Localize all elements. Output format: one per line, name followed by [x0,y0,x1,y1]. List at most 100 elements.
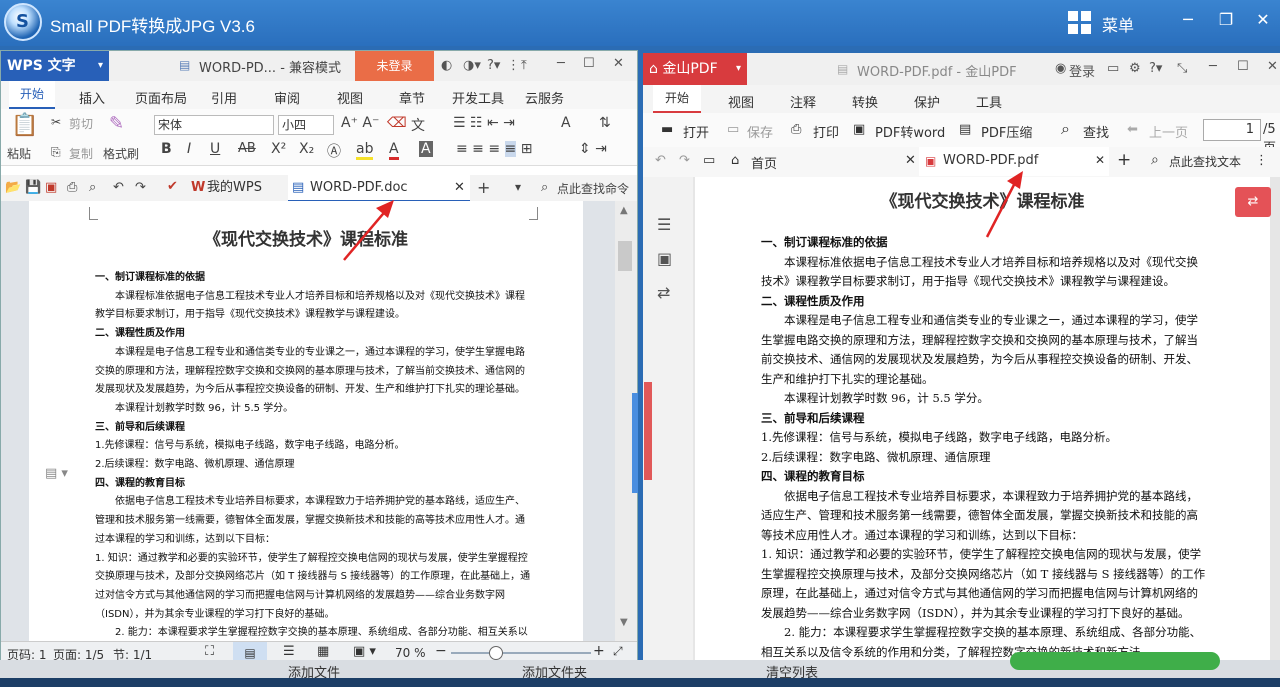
bullet-list-icon[interactable]: ☰ ☷ ⇤ ⇥ [453,115,515,131]
pdf-tab-convert[interactable]: 转换 [852,92,878,111]
prev-page-button[interactable]: 上一页 [1149,122,1188,141]
tab-developer[interactable]: 开发工具 [452,88,504,107]
format-painter-icon[interactable]: ✎ [109,113,124,134]
pdf-help-icon[interactable]: ?▾ [1149,61,1162,76]
strikethrough-icon[interactable]: AB [238,141,256,156]
pdf-save-icon[interactable]: ▭ [727,122,739,137]
read-mode-icon[interactable]: ▣ ▾ [353,644,376,659]
superscript-icon[interactable]: X² [271,141,286,157]
grow-font-icon[interactable]: A⁺ A⁻ [341,115,379,131]
phonetic-icon[interactable]: 文 [411,115,425,135]
pdf-brand-menu[interactable]: ⌂ 金山PDF ▾ [643,53,747,85]
pdf-open-button[interactable]: 打开 [683,122,709,141]
align-icons[interactable]: ≡ ≡ ≡ ≡ ⊞ [456,141,532,157]
outline-icon[interactable]: ☰ [657,215,671,234]
prev-page-icon[interactable]: ⬅ [1127,122,1138,137]
print-preview-icon[interactable]: ⌕ [89,180,96,195]
tab-cloud[interactable]: 云服务 [525,88,564,107]
line-spacing-icon[interactable]: ⇕ ⇥ [579,141,607,157]
new-tab-icon[interactable]: + [477,178,490,197]
tab-my-wps[interactable]: 我的WPS [207,175,262,201]
font-name-select[interactable]: 宋体 [154,115,274,135]
pdf-maximize-icon[interactable]: ☐ [1237,59,1249,74]
clear-format-icon[interactable]: ⌫ [387,115,407,131]
open-folder-icon[interactable]: 📂 [5,180,21,195]
char-border-icon[interactable]: A [561,115,571,131]
pdf-to-word-icon[interactable]: ▣ [853,122,865,137]
pdf-more-icon[interactable]: ⋮ [1255,153,1268,168]
pdf-page[interactable]: 《现代交换技术》课程标准 一、制订课程标准的依据 本课程标准依据电子信息工程技术专… [695,177,1270,665]
zoom-in-icon[interactable]: + [593,643,605,659]
pdf-tab-tools[interactable]: 工具 [976,92,1002,111]
user-icon[interactable]: ◉ [1055,61,1066,76]
zoom-out-icon[interactable]: − [435,643,447,659]
pdf-tab-protect[interactable]: 保护 [914,92,940,111]
bold-icon[interactable]: B [161,141,172,157]
wps-minimize-icon[interactable]: ─ [557,56,565,71]
pdf-minimize-icon[interactable]: ─ [1209,59,1217,74]
pin-icon[interactable]: ⤒ [521,58,527,73]
fit-page-icon[interactable]: ⤢ [613,644,623,659]
tab-page-layout[interactable]: 页面布局 [135,88,187,107]
highlight-icon[interactable]: ab [356,141,374,160]
pdf-tab-annotate[interactable]: 注释 [790,92,816,111]
font-size-select[interactable]: 小四 [278,115,334,135]
maximize-icon[interactable]: ❐ [1211,8,1241,32]
wps-brand-menu[interactable]: WPS 文字 ▾ [1,51,109,81]
paste-icon[interactable]: 📋 [11,113,38,138]
wps-login-button[interactable]: 未登录 [355,51,434,81]
fullscreen-icon[interactable]: ⛶ [205,644,214,659]
tab-insert[interactable]: 插入 [79,88,105,107]
font-color-icon[interactable]: A [389,141,399,160]
open-icon[interactable]: ▬ [661,122,673,137]
pdf-compress-button[interactable]: PDF压缩 [981,122,1032,141]
pdf-close-icon[interactable]: ✕ [1267,59,1278,74]
close-icon[interactable]: ✕ [1248,8,1278,32]
pdf-print-icon[interactable]: ⎙ [791,122,801,137]
pdf-print-button[interactable]: 打印 [813,122,839,141]
tab-menu-icon[interactable]: ▾ [515,180,521,194]
format-painter-button[interactable]: 格式刷 [103,145,139,162]
pdf-tab-start[interactable]: 开始 [653,85,701,113]
wps-page[interactable]: 《现代交换技术》课程标准 一、制订课程标准的依据 本课程标准依据电子信息工程技术专… [29,201,583,641]
export-pdf-icon[interactable]: ▣ [45,180,57,195]
pdf-home-tab[interactable]: 首页 [751,153,777,172]
scroll-up-icon[interactable]: ▲ [620,205,628,216]
web-view-icon[interactable]: ▦ [317,644,329,659]
pdf-doc-tab-close-icon[interactable]: ✕ [1095,153,1105,167]
scroll-down-icon[interactable]: ▼ [620,617,628,628]
outline-view-icon[interactable]: ☰ [283,644,295,659]
pdf-save-button[interactable]: 保存 [747,122,773,141]
tab-review[interactable]: 审阅 [274,88,300,107]
pdf-quick-save-icon[interactable]: ▭ [703,153,715,168]
wps-maximize-icon[interactable]: ☐ [583,56,595,71]
pdf-login[interactable]: 登录 [1069,61,1095,80]
redo-icon[interactable]: ↷ [135,180,146,195]
paragraph-marker-icon[interactable]: ▤ ▾ [45,466,68,481]
thumbnails-icon[interactable]: ▣ [657,249,672,268]
subscript-icon[interactable]: X₂ [299,141,314,157]
convert-icon[interactable]: ⇄ [657,283,670,302]
undo-icon[interactable]: ↶ [113,180,124,195]
tab-start[interactable]: 开始 [9,81,55,109]
pdf-compress-icon[interactable]: ▤ [959,122,971,137]
pdf-redo-icon[interactable]: ↷ [679,153,690,168]
page-number-input[interactable]: 1 [1203,119,1261,141]
pdf-find-button[interactable]: 查找 [1083,122,1109,141]
copy-button[interactable]: 复制 [69,145,93,162]
command-search[interactable]: 点此查找命令 [557,180,629,197]
menu-button[interactable]: 菜单 [1102,12,1134,36]
feedback-icon[interactable]: ◑▾ [463,58,481,73]
pdf-home-close-icon[interactable]: ✕ [905,153,916,168]
tab-view[interactable]: 视图 [337,88,363,107]
menu-grid-icon[interactable] [1068,11,1092,35]
pdf-fullscreen-icon[interactable]: ⤡ [1177,61,1187,76]
pdf-new-tab-icon[interactable]: + [1117,150,1131,170]
print-icon[interactable]: ⎙ [67,180,77,195]
panel-collapse-handle[interactable] [644,382,652,480]
cut-button[interactable]: 剪切 [69,115,93,132]
underline-icon[interactable]: U [210,141,220,157]
minimize-icon[interactable]: ─ [1173,8,1203,32]
text-search[interactable]: 点此查找文本 [1169,153,1241,170]
wps-close-icon[interactable]: ✕ [613,56,624,71]
